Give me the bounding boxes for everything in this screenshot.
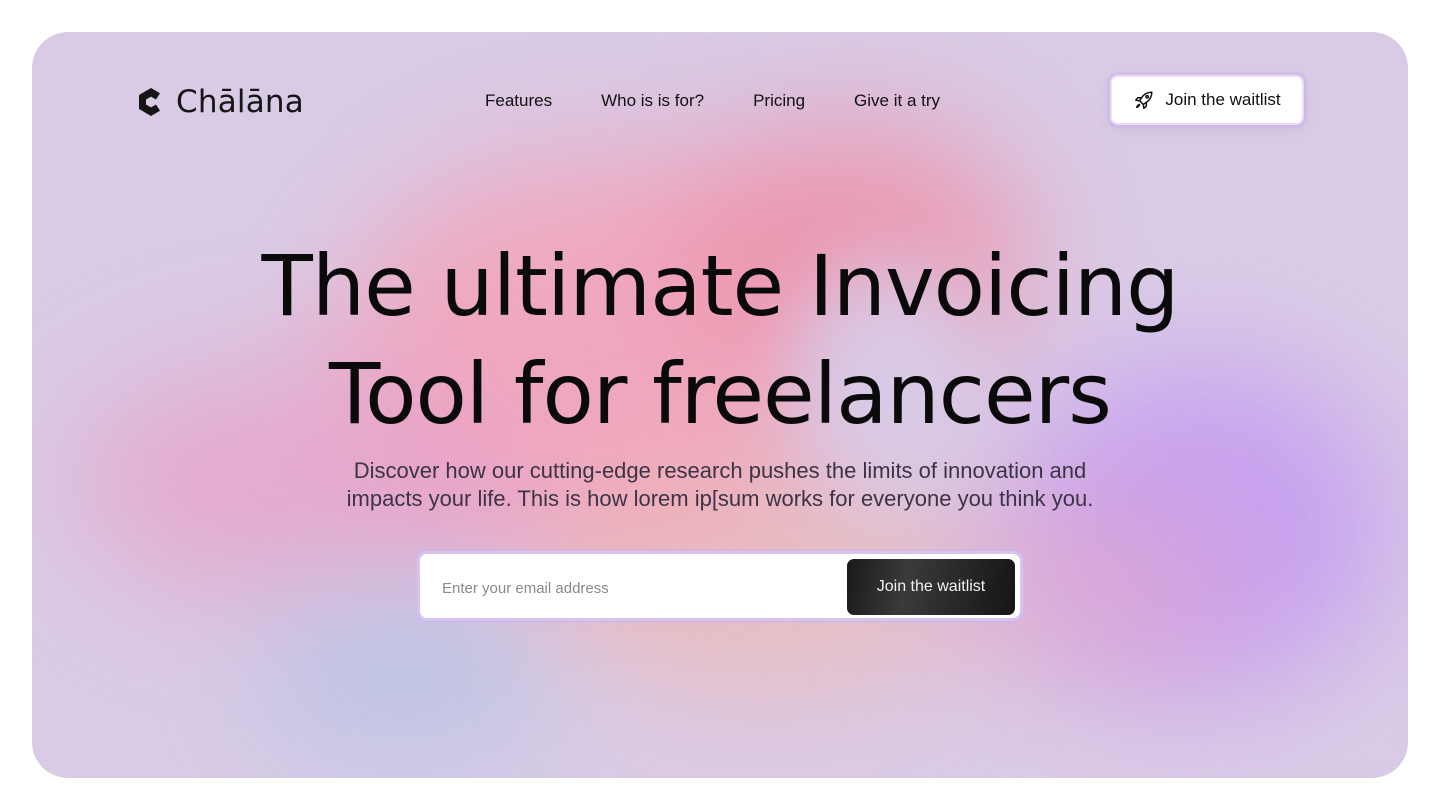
nav-give-it-a-try[interactable]: Give it a try: [854, 91, 940, 111]
hero-headline-line-1: The ultimate Invoicing: [261, 237, 1180, 335]
hero-headline: The ultimate Invoicing Tool for freelanc…: [32, 232, 1408, 448]
hero-subtitle: Discover how our cutting-edge research p…: [32, 457, 1408, 513]
join-waitlist-header-label: Join the waitlist: [1165, 90, 1281, 109]
logo-c-icon: [139, 88, 160, 116]
brand-logo[interactable]: Chālāna: [136, 84, 304, 120]
nav-who-is-it-for[interactable]: Who is is for?: [601, 91, 704, 111]
hero-card: Chālāna Features Who is is for? Pricing …: [32, 32, 1408, 778]
rocket-icon: [1135, 91, 1153, 109]
nav-pricing[interactable]: Pricing: [753, 91, 805, 111]
join-waitlist-header-button[interactable]: Join the waitlist: [1110, 75, 1304, 125]
main-nav: Features Who is is for? Pricing Give it …: [485, 91, 940, 111]
hero-headline-line-2: Tool for freelancers: [329, 345, 1112, 443]
join-waitlist-button[interactable]: Join the waitlist: [847, 559, 1015, 615]
brand-name: Chālāna: [176, 84, 304, 120]
hero-subtitle-line-1: Discover how our cutting-edge research p…: [353, 458, 1087, 483]
hero-subtitle-line-2: impacts your life. This is how lorem ip[…: [346, 486, 1094, 511]
nav-features[interactable]: Features: [485, 91, 552, 111]
email-input[interactable]: [442, 576, 822, 600]
waitlist-form: Join the waitlist: [417, 551, 1023, 621]
